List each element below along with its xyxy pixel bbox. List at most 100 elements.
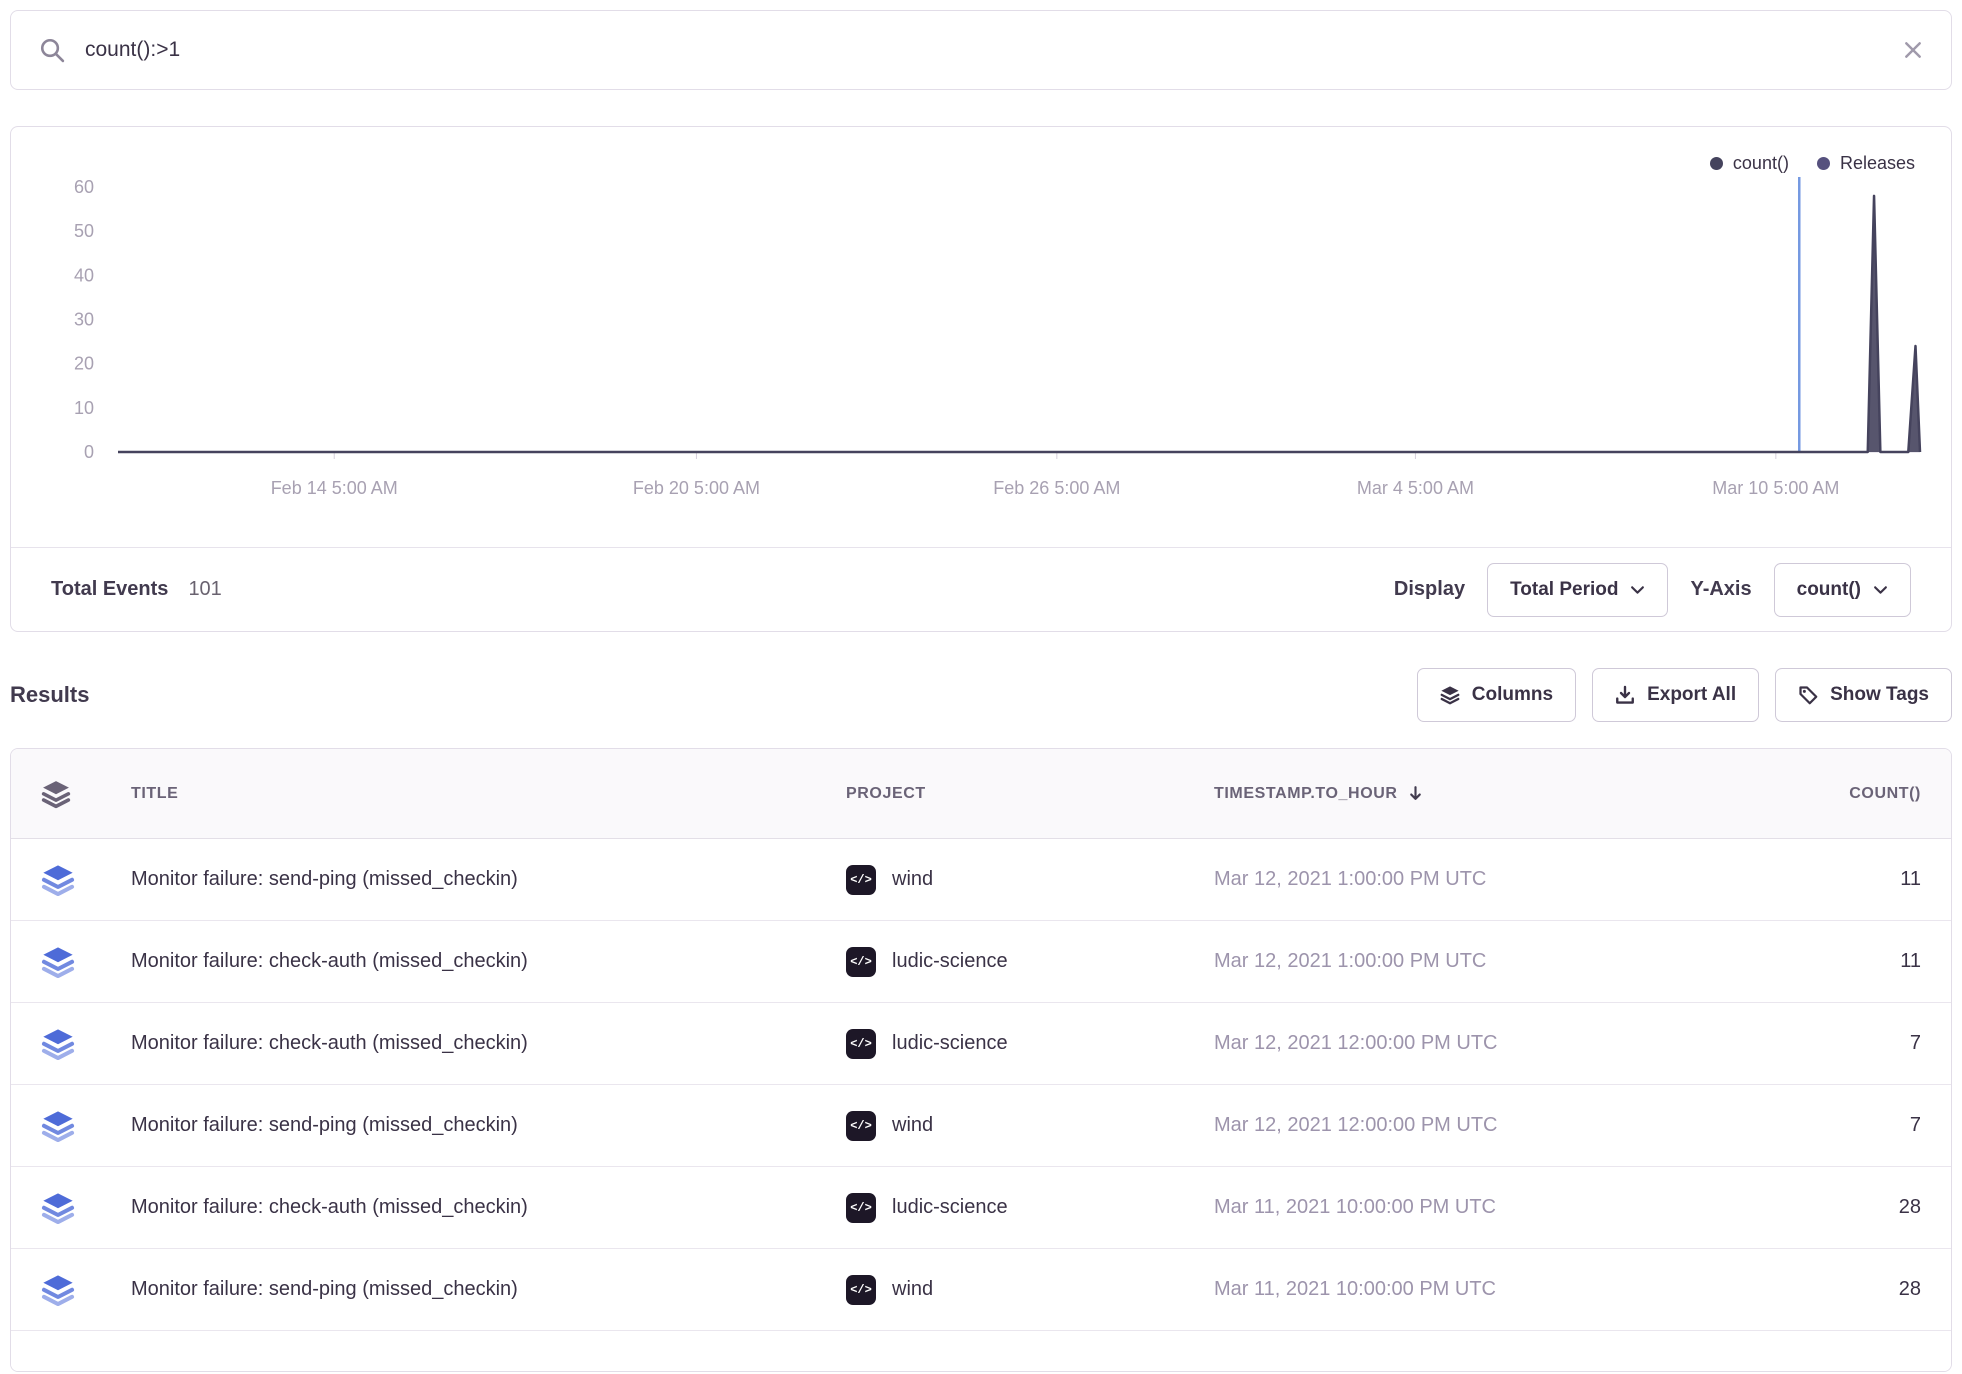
- row-title[interactable]: Monitor failure: check-auth (missed_chec…: [131, 1196, 846, 1219]
- show-tags-button[interactable]: Show Tags: [1775, 668, 1952, 722]
- row-count: 28: [1751, 1196, 1921, 1219]
- row-timestamp: Mar 11, 2021 10:00:00 PM UTC: [1214, 1278, 1751, 1301]
- column-header-title[interactable]: TITLE: [131, 785, 846, 803]
- tag-icon: [1798, 685, 1818, 705]
- row-title[interactable]: Monitor failure: check-auth (missed_chec…: [131, 950, 846, 973]
- stack-icon: [1440, 685, 1460, 705]
- svg-text:60: 60: [74, 177, 94, 197]
- legend-count-label: count(): [1733, 153, 1789, 174]
- svg-text:30: 30: [74, 310, 94, 330]
- column-header-project[interactable]: PROJECT: [846, 785, 1214, 803]
- total-events-value: 101: [188, 578, 221, 601]
- row-timestamp: Mar 12, 2021 12:00:00 PM UTC: [1214, 1032, 1751, 1055]
- svg-text:Feb 20 5:00 AM: Feb 20 5:00 AM: [633, 478, 760, 498]
- svg-text:50: 50: [74, 221, 94, 241]
- export-all-button[interactable]: Export All: [1592, 668, 1759, 722]
- row-timestamp: Mar 12, 2021 1:00:00 PM UTC: [1214, 868, 1751, 891]
- row-project: </>wind: [846, 1275, 1214, 1305]
- row-project: </> ludic-science: [846, 947, 1214, 977]
- search-icon: [39, 37, 65, 63]
- results-table-body: Monitor failure: send-ping (missed_check…: [11, 839, 1951, 1331]
- row-count: 28: [1751, 1278, 1921, 1301]
- project-platform-icon: </>: [846, 1193, 876, 1223]
- export-all-button-label: Export All: [1647, 684, 1736, 706]
- show-tags-button-label: Show Tags: [1830, 684, 1929, 706]
- row-timestamp: Mar 11, 2021 10:00:00 PM UTC: [1214, 1196, 1751, 1219]
- columns-button-label: Columns: [1472, 684, 1553, 706]
- svg-text:10: 10: [74, 398, 94, 418]
- discover-page: count() Releases 0102030405060Feb 14 5:0…: [0, 0, 1962, 1374]
- row-project: </> ludic-science: [846, 1029, 1214, 1059]
- columns-button[interactable]: Columns: [1417, 668, 1576, 722]
- svg-text:0: 0: [84, 442, 94, 462]
- column-header-count[interactable]: COUNT(): [1751, 785, 1921, 803]
- sort-desc-arrow-icon: [1408, 785, 1423, 802]
- table-row[interactable]: Monitor failure: send-ping (missed_check…: [11, 1085, 1951, 1167]
- column-header-timestamp[interactable]: TIMESTAMP.TO_HOUR: [1214, 785, 1751, 803]
- display-dropdown-value: Total Period: [1510, 579, 1618, 601]
- row-project: </> ludic-science: [846, 1193, 1214, 1223]
- yaxis-label: Y-Axis: [1690, 578, 1751, 601]
- table-header-row: TITLE PROJECT TIMESTAMP.TO_HOUR COUNT(): [11, 749, 1951, 839]
- row-title[interactable]: Monitor failure: check-auth (missed_chec…: [131, 1032, 846, 1055]
- legend-item-releases[interactable]: Releases: [1817, 153, 1915, 174]
- row-title[interactable]: Monitor failure: send-ping (missed_check…: [131, 1114, 846, 1137]
- project-platform-icon: </>: [846, 1275, 876, 1305]
- chart-footer: Total Events 101 Display Total Period Y-…: [11, 547, 1951, 631]
- stack-icon: [41, 1109, 131, 1143]
- table-row[interactable]: Monitor failure: send-ping (missed_check…: [11, 839, 1951, 921]
- results-toolbar: Results Columns: [10, 668, 1952, 722]
- project-platform-icon: </>: [846, 865, 876, 895]
- row-title[interactable]: Monitor failure: send-ping (missed_check…: [131, 868, 846, 891]
- table-row[interactable]: Monitor failure: send-ping (missed_check…: [11, 1249, 1951, 1331]
- project-name: ludic-science: [892, 950, 1008, 973]
- row-count: 7: [1751, 1114, 1921, 1137]
- row-project: </> wind: [846, 865, 1214, 895]
- chevron-down-icon: [1873, 585, 1888, 595]
- project-platform-icon: </>: [846, 1029, 876, 1059]
- results-heading: Results: [10, 682, 89, 708]
- search-input[interactable]: [85, 38, 1883, 62]
- table-row[interactable]: Monitor failure: check-auth (missed_chec…: [11, 1003, 1951, 1085]
- stack-icon: [41, 1027, 131, 1061]
- chevron-down-icon: [1630, 585, 1645, 595]
- yaxis-dropdown[interactable]: count(): [1774, 563, 1911, 617]
- row-title[interactable]: Monitor failure: send-ping (missed_check…: [131, 1278, 846, 1301]
- table-footer-strip: [11, 1331, 1951, 1371]
- stack-icon: [41, 863, 131, 897]
- row-count: 7: [1751, 1032, 1921, 1055]
- count-legend-dot-icon: [1710, 157, 1723, 170]
- table-row[interactable]: Monitor failure: check-auth (missed_chec…: [11, 1167, 1951, 1249]
- project-platform-icon: </>: [846, 947, 876, 977]
- download-icon: [1615, 685, 1635, 705]
- svg-text:Mar 10 5:00 AM: Mar 10 5:00 AM: [1712, 478, 1839, 498]
- results-table: TITLE PROJECT TIMESTAMP.TO_HOUR COUNT() …: [10, 748, 1952, 1372]
- row-timestamp: Mar 12, 2021 1:00:00 PM UTC: [1214, 950, 1751, 973]
- project-name: wind: [892, 868, 933, 891]
- row-count: 11: [1751, 868, 1921, 891]
- releases-legend-dot-icon: [1817, 157, 1830, 170]
- yaxis-dropdown-value: count(): [1797, 579, 1861, 601]
- legend-item-count[interactable]: count(): [1710, 153, 1789, 174]
- row-count: 11: [1751, 950, 1921, 973]
- project-name: ludic-science: [892, 1032, 1008, 1055]
- svg-text:Feb 26 5:00 AM: Feb 26 5:00 AM: [993, 478, 1120, 498]
- stack-icon: [41, 945, 131, 979]
- row-project: </>wind: [846, 1111, 1214, 1141]
- stack-icon: [41, 1191, 131, 1225]
- project-name: ludic-science: [892, 1196, 1008, 1219]
- clear-search-icon[interactable]: [1903, 40, 1923, 60]
- total-events: Total Events 101: [51, 578, 222, 601]
- stack-icon: [41, 779, 131, 809]
- stack-icon: [41, 1273, 131, 1307]
- row-timestamp: Mar 12, 2021 12:00:00 PM UTC: [1214, 1114, 1751, 1137]
- project-platform-icon: </>: [846, 1111, 876, 1141]
- events-chart-svg[interactable]: 0102030405060Feb 14 5:00 AMFeb 20 5:00 A…: [11, 127, 1951, 547]
- svg-text:Mar 4 5:00 AM: Mar 4 5:00 AM: [1357, 478, 1474, 498]
- display-dropdown[interactable]: Total Period: [1487, 563, 1668, 617]
- display-label: Display: [1394, 578, 1465, 601]
- table-row[interactable]: Monitor failure: check-auth (missed_chec…: [11, 921, 1951, 1003]
- legend-releases-label: Releases: [1840, 153, 1915, 174]
- search-bar[interactable]: [10, 10, 1952, 90]
- svg-text:40: 40: [74, 265, 94, 285]
